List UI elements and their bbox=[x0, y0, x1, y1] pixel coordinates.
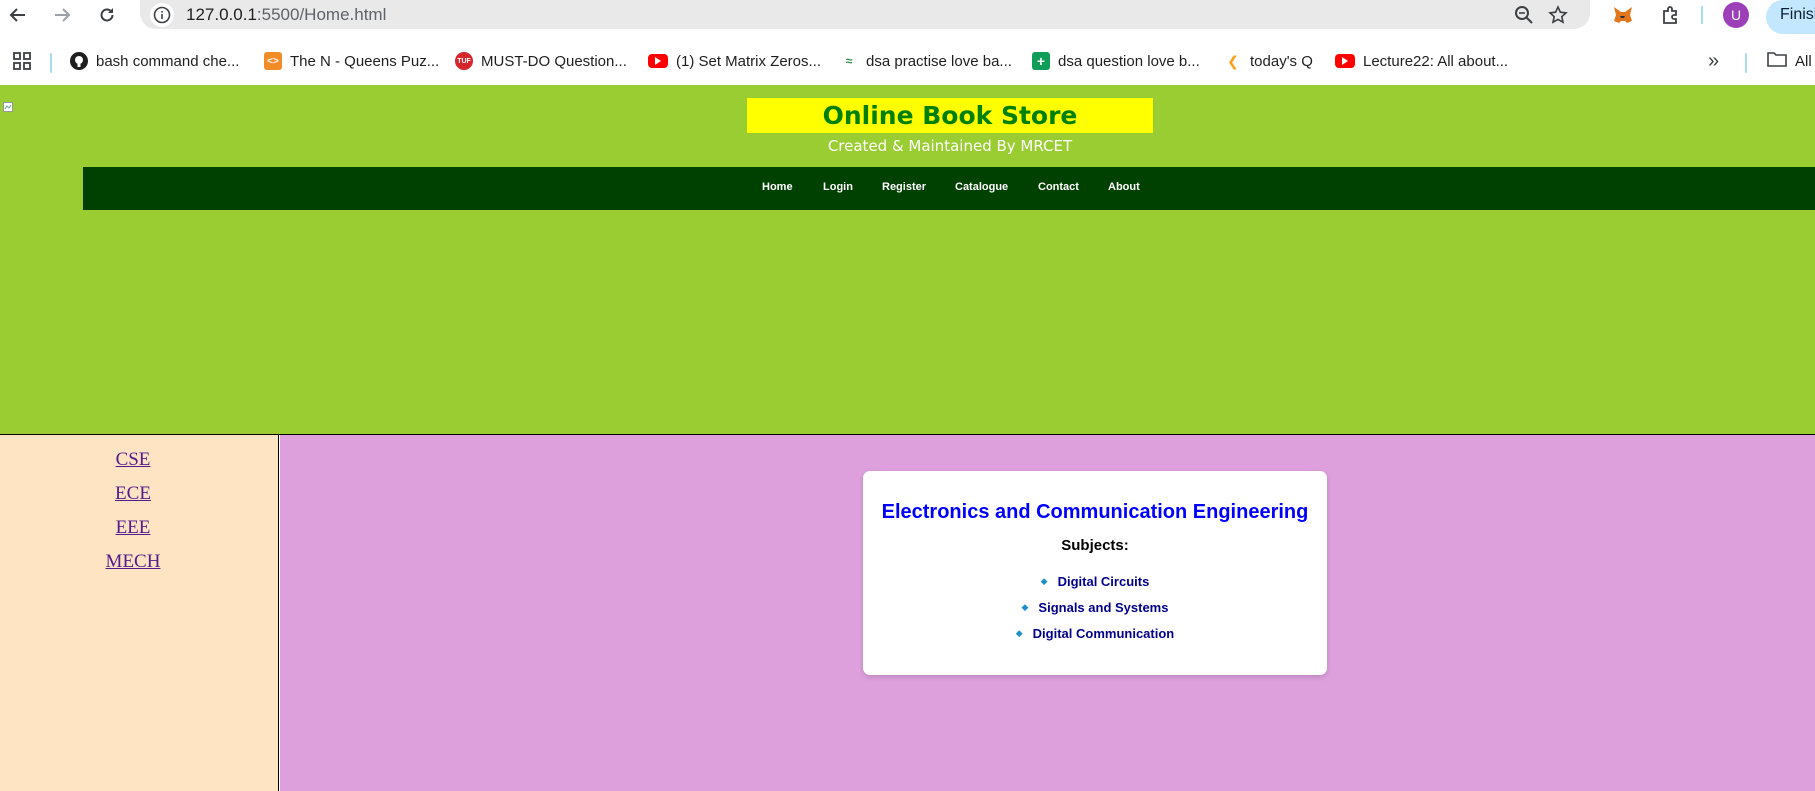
sidebar-link-cse[interactable]: CSE bbox=[0, 449, 266, 471]
web-page: Online Book Store Created & Maintained B… bbox=[0, 85, 1815, 791]
bookmark-label: (1) Set Matrix Zeros... bbox=[676, 52, 822, 70]
bookmark-item[interactable]: Lecture22: All about... bbox=[1335, 49, 1508, 73]
site-title: Online Book Store bbox=[747, 98, 1153, 133]
back-arrow-icon[interactable] bbox=[6, 3, 30, 27]
bookmark-item[interactable]: bash command che... bbox=[70, 49, 239, 73]
reload-icon[interactable] bbox=[95, 3, 119, 27]
department-card: Electronics and Communication Engineerin… bbox=[863, 471, 1327, 675]
forward-arrow-icon[interactable] bbox=[50, 3, 74, 27]
address-bar[interactable]: 127.0.0.1:5500/Home.html bbox=[140, 0, 1590, 29]
all-bookmarks-folder[interactable]: All bbox=[1767, 49, 1812, 73]
tuf-icon: TUF bbox=[455, 52, 473, 70]
diamond-bullet-icon: ◆ bbox=[1021, 602, 1029, 612]
nav-register-link[interactable]: Register bbox=[882, 181, 926, 193]
nav-contact-link[interactable]: Contact bbox=[1038, 181, 1079, 193]
bookmark-label: MUST-DO Question... bbox=[481, 52, 627, 70]
youtube-icon bbox=[648, 54, 668, 68]
content-area: Electronics and Communication Engineerin… bbox=[280, 435, 1815, 791]
extensions-puzzle-icon[interactable] bbox=[1658, 3, 1682, 27]
gfg-icon: ≈ bbox=[845, 54, 853, 68]
codingninjas-icon: <> bbox=[264, 52, 282, 70]
bookmark-item[interactable]: TUF MUST-DO Question... bbox=[455, 49, 627, 73]
department-title: Electronics and Communication Engineerin… bbox=[881, 501, 1309, 523]
sheets-icon: + bbox=[1032, 52, 1050, 70]
bookmarks-divider bbox=[50, 53, 52, 73]
sidebar-link-ece[interactable]: ECE bbox=[0, 483, 266, 505]
folder-icon bbox=[1767, 51, 1787, 71]
subject-list-item: ◆ Signals and Systems bbox=[863, 600, 1327, 615]
bookmark-item[interactable]: ≈ dsa practise love ba... bbox=[840, 49, 1012, 73]
zoom-icon[interactable] bbox=[1512, 3, 1536, 27]
sidebar-link-eee[interactable]: EEE bbox=[0, 517, 266, 539]
bookmarks-bar: bash command che... <> The N - Queens Pu… bbox=[0, 40, 1815, 82]
browser-toolbar: 127.0.0.1:5500/Home.html U Finish bbox=[0, 0, 1815, 34]
bookmark-label: today's Q bbox=[1250, 52, 1313, 70]
url-path: :5500/Home.html bbox=[256, 5, 387, 24]
broken-image-icon bbox=[3, 99, 13, 112]
nav-login-link[interactable]: Login bbox=[823, 181, 853, 193]
bookmark-star-icon[interactable] bbox=[1546, 3, 1570, 27]
metamask-fox-icon[interactable] bbox=[1611, 3, 1635, 27]
bookmark-label: The N - Queens Puz... bbox=[290, 52, 440, 70]
sidebar-link-mech[interactable]: MECH bbox=[0, 551, 266, 573]
subject-label: Signals and Systems bbox=[1038, 600, 1169, 615]
profile-avatar[interactable]: U bbox=[1723, 2, 1749, 28]
site-subtitle: Created & Maintained By MRCET bbox=[827, 137, 1073, 155]
bookmark-item[interactable]: + dsa question love b... bbox=[1032, 49, 1200, 73]
url-text: 127.0.0.1:5500/Home.html bbox=[186, 5, 386, 25]
subject-label: Digital Communication bbox=[1032, 626, 1175, 641]
bookmark-label: dsa practise love ba... bbox=[866, 52, 1012, 70]
main-nav: Home Login Register Catalogue Contact Ab… bbox=[83, 167, 1815, 210]
leetcode-icon: ❮ bbox=[1227, 52, 1239, 69]
url-host: 127.0.0.1 bbox=[186, 5, 257, 24]
more-bookmarks-chevron-icon[interactable]: » bbox=[1708, 49, 1719, 73]
nav-about-link[interactable]: About bbox=[1108, 181, 1140, 193]
diamond-bullet-icon: ◆ bbox=[1040, 576, 1048, 586]
finish-update-button[interactable]: Finish bbox=[1766, 0, 1815, 34]
github-icon bbox=[70, 52, 88, 70]
subjects-heading: Subjects: bbox=[1061, 537, 1129, 554]
nav-catalogue-link[interactable]: Catalogue bbox=[955, 181, 1008, 193]
subject-list-item: ◆ Digital Circuits bbox=[863, 574, 1327, 589]
bookmark-label: dsa question love b... bbox=[1058, 52, 1200, 70]
bookmark-label: Lecture22: All about... bbox=[1363, 52, 1509, 70]
subject-label: Digital Circuits bbox=[1057, 574, 1150, 589]
youtube-icon bbox=[1335, 54, 1355, 68]
apps-grid-icon[interactable] bbox=[12, 49, 32, 73]
bookmark-item[interactable]: <> The N - Queens Puz... bbox=[264, 49, 439, 73]
site-info-icon[interactable] bbox=[150, 3, 174, 27]
bookmark-item[interactable]: (1) Set Matrix Zeros... bbox=[648, 49, 821, 73]
subject-list-item: ◆ Digital Communication bbox=[863, 626, 1327, 641]
bookmark-item[interactable]: ❮ today's Q bbox=[1224, 49, 1313, 73]
page-header: Online Book Store Created & Maintained B… bbox=[0, 85, 1815, 434]
bookmark-label: bash command che... bbox=[96, 52, 240, 70]
nav-home-link[interactable]: Home bbox=[762, 181, 793, 193]
diamond-bullet-icon: ◆ bbox=[1015, 628, 1023, 638]
branch-sidebar: CSE ECE EEE MECH bbox=[0, 435, 279, 791]
toolbar-divider bbox=[1701, 6, 1703, 24]
all-bookmarks-label: All bbox=[1795, 52, 1812, 70]
bookmarks-divider bbox=[1745, 53, 1747, 73]
